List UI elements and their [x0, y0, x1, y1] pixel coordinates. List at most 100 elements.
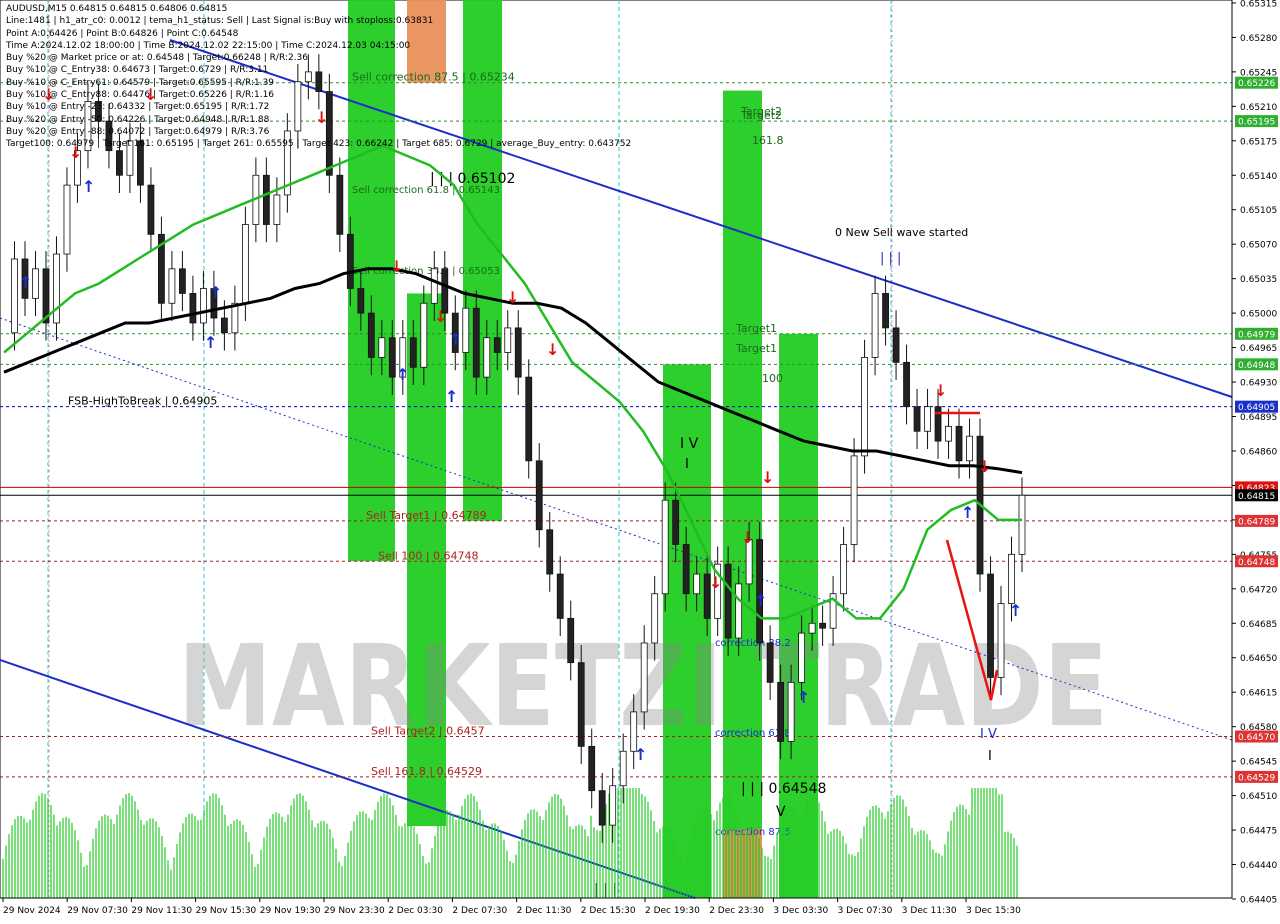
candle-body — [693, 573, 701, 595]
sell-arrow-icon: ↓ — [709, 573, 722, 592]
candle-body — [262, 174, 270, 225]
candle-body — [504, 327, 512, 353]
chart-annotation: I — [988, 749, 992, 764]
candle-body — [336, 174, 344, 235]
candle-body — [913, 406, 921, 432]
candle-body — [861, 357, 868, 457]
level-label: Sell 100 | 0.64748 — [378, 549, 479, 562]
candle-body — [724, 563, 732, 639]
candle-body — [220, 317, 228, 334]
y-tick-label: 0.65280 — [1240, 34, 1277, 44]
buy-arrow-icon: ↑ — [209, 283, 222, 302]
candle-body — [661, 499, 669, 595]
candle-body — [588, 745, 596, 792]
candle-body — [987, 573, 994, 678]
x-tick-label: 29 Nov 19:30 — [260, 906, 321, 916]
chart-annotation: 100 — [762, 372, 783, 385]
y-tick-label: 0.65105 — [1240, 206, 1277, 216]
wave-label: 0 New Sell wave started — [835, 226, 968, 239]
info-line: Buy %10 @ C_Entry61: 0.64579 | Target:0.… — [6, 77, 275, 88]
candle-body — [483, 337, 491, 378]
x-tick-label: 2 Dec 15:30 — [581, 906, 636, 916]
sell-arrow-icon: ↓ — [546, 340, 559, 359]
candle-body — [231, 302, 239, 334]
y-tick-label: 0.65035 — [1240, 275, 1277, 285]
chart-annotation: I V — [680, 436, 699, 452]
candle-body — [241, 224, 249, 304]
info-line: Time A:2024.12.02 18:00:00 | Time B:2024… — [6, 40, 411, 51]
candle-body — [546, 529, 554, 575]
candle-body — [346, 233, 354, 289]
y-axis: 0.653150.652800.652450.652100.651750.651… — [1231, 0, 1280, 920]
sell-arrow-icon: ↓ — [506, 288, 519, 307]
chart-annotation: correction 38.2 — [715, 638, 791, 649]
candle-body — [535, 460, 543, 531]
x-axis: 29 Nov 2024 29 Nov 07:30 29 Nov 11:30 29 No… — [0, 897, 1232, 916]
y-tick-label: 0.64720 — [1240, 585, 1277, 595]
buy-arrow-icon: ↑ — [204, 333, 217, 352]
info-line: Buy %20 @ Market price or at: 0.64548 | … — [6, 53, 309, 64]
candle-body — [1018, 494, 1026, 555]
candle-body — [882, 293, 889, 329]
chart-annotation: | | | 0.65102 — [430, 171, 515, 187]
candle-body — [514, 327, 522, 378]
chart-annotation: I — [685, 457, 689, 472]
candle-body — [955, 425, 963, 462]
y-tick-label: 0.65000 — [1240, 310, 1277, 320]
candle-body — [367, 312, 375, 358]
x-tick-label: 29 Nov 15:30 — [196, 906, 257, 916]
candle-body — [819, 622, 826, 629]
x-tick-label: 3 Dec 11:30 — [902, 906, 957, 916]
candle-body — [840, 544, 847, 595]
y-tick-label: 0.65175 — [1240, 137, 1277, 147]
y-tick-label: 0.64860 — [1240, 447, 1277, 457]
candle-body — [598, 790, 606, 826]
candle-body — [11, 258, 18, 334]
candle-body — [619, 750, 627, 787]
y-tick-label: 0.64510 — [1240, 792, 1277, 802]
candle-body — [388, 337, 396, 378]
candle-body — [147, 184, 155, 235]
candle-body — [179, 268, 186, 294]
x-tick-label: 2 Dec 23:30 — [709, 906, 764, 916]
chart-annotation: V — [776, 804, 786, 820]
candle-body — [493, 337, 501, 353]
y-tick-label: 0.64475 — [1240, 827, 1277, 837]
buy-arrow-icon: ↑ — [449, 330, 462, 349]
buy-arrow-icon: ↑ — [445, 387, 458, 406]
chart-annotation: 161.8 — [752, 134, 784, 147]
x-tick-label: 3 Dec 03:30 — [773, 906, 828, 916]
candle-body — [850, 455, 858, 545]
price-tag-label: 0.65226 — [1238, 79, 1275, 89]
level-label: Target1 — [735, 322, 777, 335]
x-tick-label: 29 Nov 07:30 — [67, 906, 128, 916]
buy-arrow-icon: ↑ — [396, 365, 409, 384]
price-tag-label: 0.64748 — [1238, 558, 1275, 568]
candle-body — [378, 337, 386, 358]
candle-body — [577, 662, 585, 747]
candle-body — [966, 435, 973, 462]
y-tick-label: 0.64545 — [1240, 758, 1277, 768]
candle-body — [735, 583, 743, 639]
chart-annotation: | | | — [880, 251, 901, 266]
price-tag-label: 0.65195 — [1238, 118, 1275, 128]
chart-annotation: Target1 — [735, 342, 777, 355]
candle-body — [682, 544, 690, 595]
info-line: Buy %10 @ Entry -23: 0.64332 | Target:0.… — [6, 102, 270, 113]
candle-body — [640, 642, 648, 713]
sell-arrow-icon: ↓ — [934, 381, 947, 400]
candle-body — [1008, 553, 1015, 604]
info-panel: AUDUSD,M15 0.64815 0.64815 0.64806 0.648… — [6, 3, 631, 151]
buy-arrow-icon: ↑ — [634, 745, 647, 764]
candle-body — [567, 617, 575, 664]
candle-body — [420, 302, 428, 368]
y-tick-label: 0.65140 — [1240, 172, 1277, 182]
candle-body — [357, 288, 365, 314]
y-tick-label: 0.64440 — [1240, 861, 1277, 871]
candle-body — [472, 307, 480, 378]
price-tag-label: 0.64789 — [1238, 517, 1275, 527]
info-line: Point A:0.64426 | Point B:0.64826 | Poin… — [6, 28, 239, 39]
sell-arrow-icon: ↓ — [741, 528, 754, 547]
y-tick-label: 0.65315 — [1240, 0, 1277, 9]
candle-body — [892, 327, 900, 363]
